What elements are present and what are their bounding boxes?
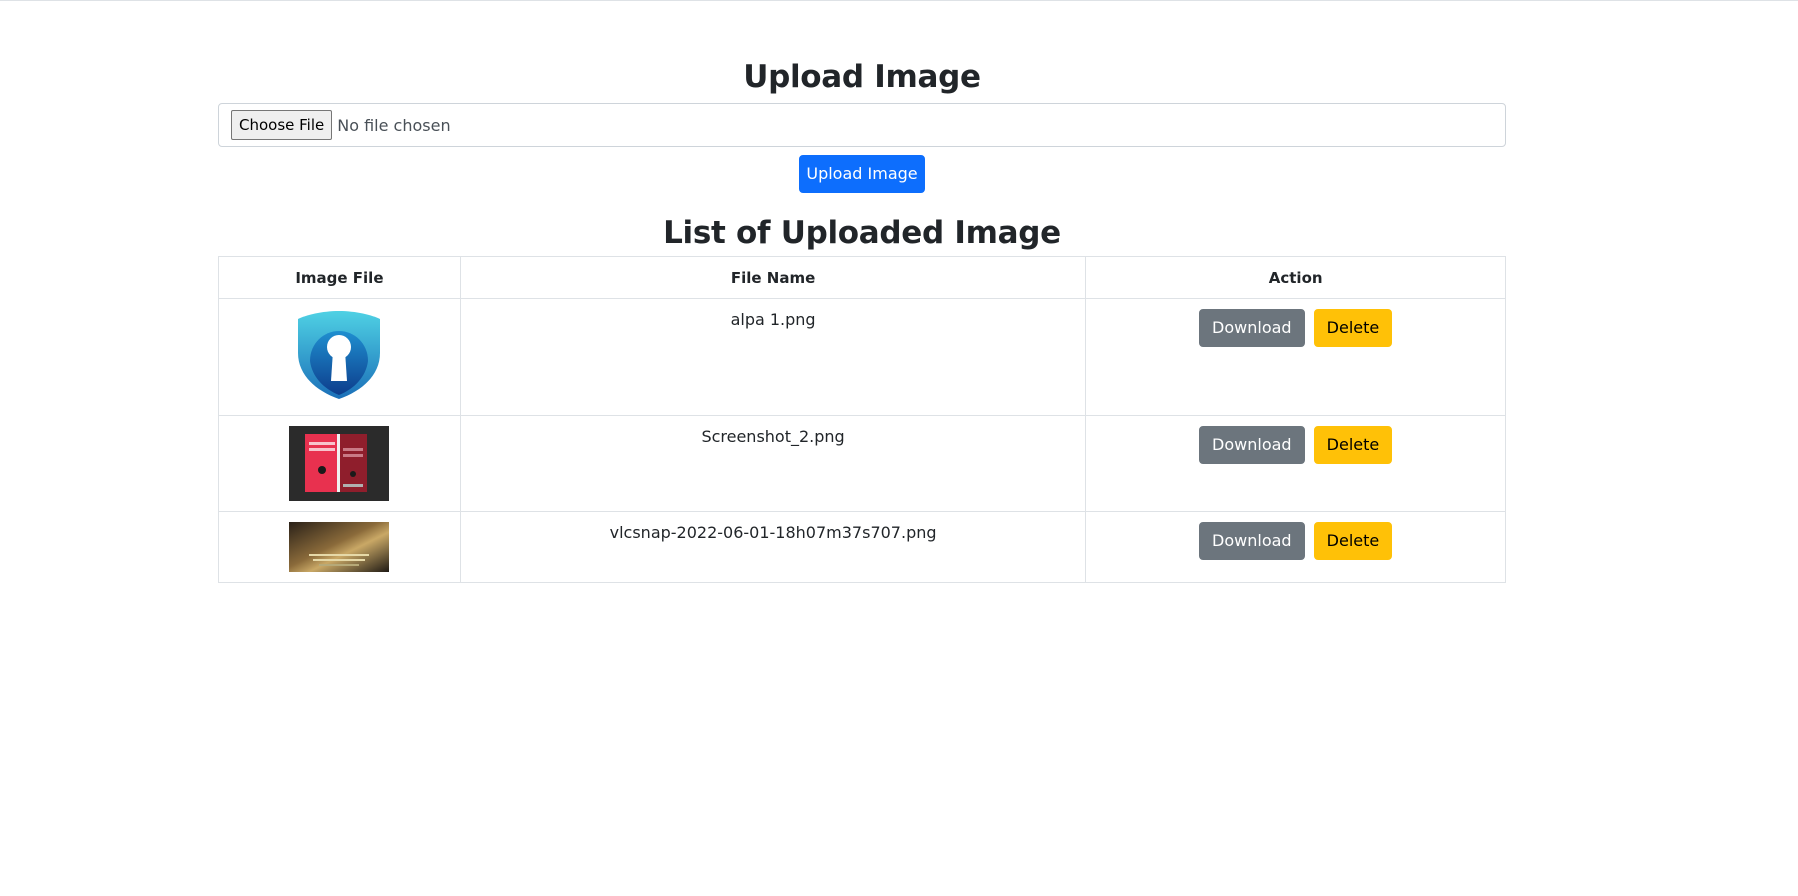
upload-image-button[interactable]: Upload Image <box>799 155 925 193</box>
uploaded-images-table: Image File File Name Action alpa 1.png D… <box>218 256 1506 583</box>
download-button[interactable]: Download <box>1199 426 1305 464</box>
delete-button[interactable]: Delete <box>1313 309 1393 347</box>
file-name: Screenshot_2.png <box>701 427 845 446</box>
video-frame-thumbnail <box>289 522 390 572</box>
shield-keyhole-thumbnail <box>298 311 381 399</box>
choose-file-button[interactable]: Choose File <box>231 110 333 140</box>
table-row: alpa 1.png Download Delete <box>218 298 1506 416</box>
action-cell: Download Delete <box>1085 415 1506 512</box>
file-input[interactable]: Choose File No file chosen <box>218 103 1506 147</box>
image-cell <box>218 511 461 583</box>
file-name-cell: Screenshot_2.png <box>459 415 1087 512</box>
file-status-text: No file chosen <box>337 115 451 135</box>
table-row: vlcsnap-2022-06-01-18h07m37s707.png Down… <box>218 511 1506 583</box>
download-button[interactable]: Download <box>1199 522 1305 560</box>
header-file-name: File Name <box>459 256 1087 299</box>
screenshot-thumbnail <box>289 426 390 501</box>
upload-title: Upload Image <box>743 59 981 95</box>
image-cell <box>218 298 461 416</box>
table-header-row: Image File File Name Action <box>218 256 1506 299</box>
header-action: Action <box>1085 256 1506 299</box>
file-name-cell: alpa 1.png <box>459 298 1087 416</box>
download-button[interactable]: Download <box>1199 309 1305 347</box>
table-row: Screenshot_2.png Download Delete <box>218 415 1506 512</box>
delete-button[interactable]: Delete <box>1313 522 1393 560</box>
action-cell: Download Delete <box>1085 511 1506 583</box>
delete-button[interactable]: Delete <box>1313 426 1393 464</box>
action-cell: Download Delete <box>1085 298 1506 416</box>
file-name: alpa 1.png <box>730 310 816 329</box>
file-name: vlcsnap-2022-06-01-18h07m37s707.png <box>609 523 937 542</box>
list-title: List of Uploaded Image <box>663 215 1061 251</box>
file-name-cell: vlcsnap-2022-06-01-18h07m37s707.png <box>459 511 1087 583</box>
header-image-file: Image File <box>218 256 461 299</box>
image-cell <box>218 415 461 512</box>
